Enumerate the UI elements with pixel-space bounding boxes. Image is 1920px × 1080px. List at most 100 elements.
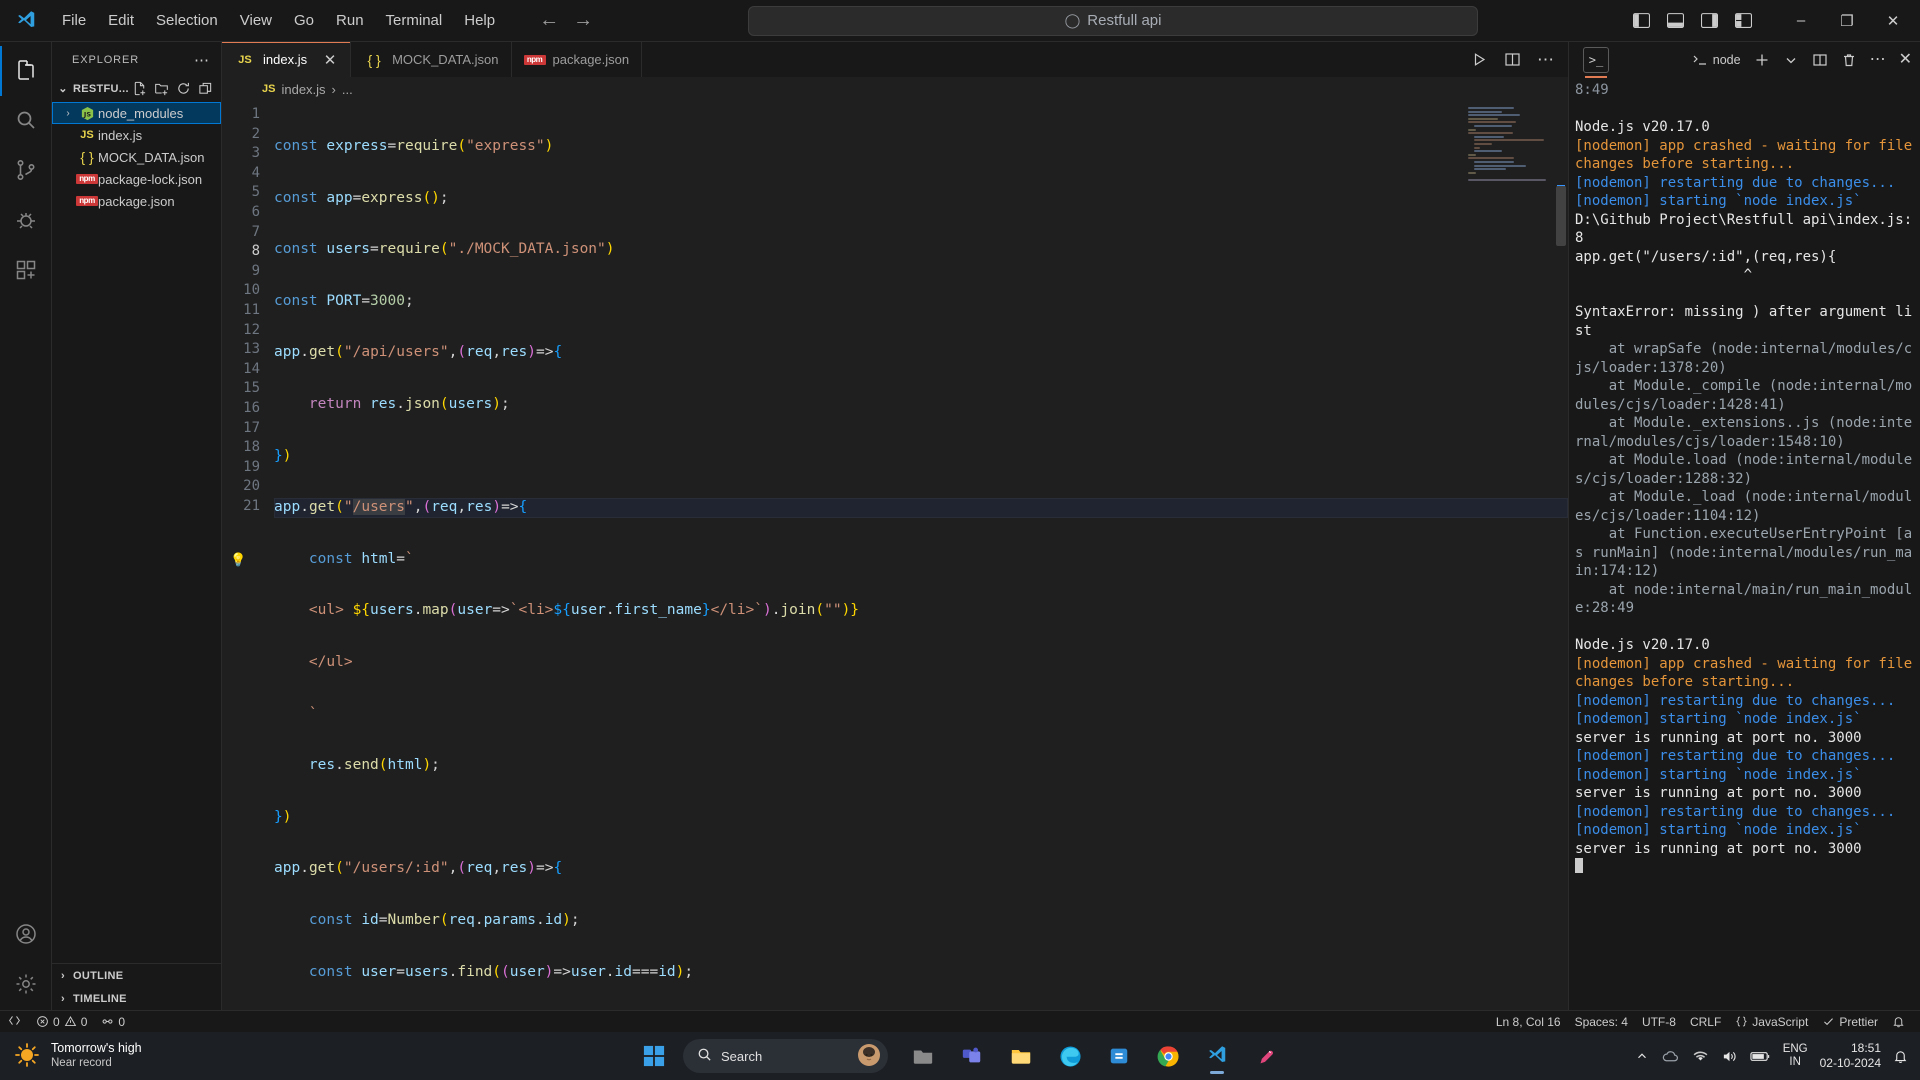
activity-bar-item-source-control[interactable] — [0, 146, 52, 196]
file-explorer-taskbar[interactable] — [903, 1036, 943, 1076]
toggle-primary-sidebar-icon[interactable] — [1633, 13, 1650, 28]
taskbar-weather-widget[interactable]: Tomorrow's high Near record — [0, 1041, 300, 1071]
status-formatter[interactable]: Prettier — [1815, 1011, 1885, 1033]
edge-taskbar[interactable] — [1050, 1036, 1090, 1076]
timeline-section-header[interactable]: › TIMELINE — [52, 987, 221, 1010]
status-cursor-position[interactable]: Ln 8, Col 16 — [1489, 1011, 1568, 1033]
file-tree-item-node_modules[interactable]: › JS node_modules — [52, 102, 221, 124]
json-icon: { } — [80, 149, 94, 165]
trash-icon[interactable] — [1841, 52, 1857, 68]
collapse-all-icon[interactable] — [198, 81, 213, 96]
arrow-right-icon[interactable]: → — [573, 9, 593, 32]
file-tree-item-mock-data-json[interactable]: { } MOCK_DATA.json — [52, 146, 221, 168]
command-center-search[interactable]: ◯ Restfull api — [748, 5, 1479, 36]
notification-center-icon[interactable] — [1893, 1049, 1908, 1064]
activity-bar-item-explorer[interactable] — [0, 46, 52, 96]
taskbar-clock[interactable]: 18:51 02-10-2024 — [1820, 1041, 1881, 1071]
tab-index-js[interactable]: JS index.js ✕ — [222, 42, 352, 77]
store-taskbar[interactable] — [1099, 1036, 1139, 1076]
file-tree-item-package-json[interactable]: npm package.json — [52, 190, 221, 212]
breadcrumb-file[interactable]: index.js — [281, 82, 325, 97]
plus-icon[interactable] — [1754, 52, 1770, 68]
svg-text:JS: JS — [82, 110, 90, 118]
tab-close-icon[interactable]: ✕ — [322, 51, 338, 69]
run-icon[interactable] — [1471, 51, 1488, 68]
menu-run[interactable]: Run — [326, 7, 374, 35]
activity-bar-item-settings[interactable] — [0, 960, 52, 1010]
code-content[interactable]: const express=require("express") const a… — [230, 101, 1568, 1010]
terminal-more-actions-icon[interactable]: ⋯ — [1870, 51, 1886, 68]
bell-icon — [1892, 1015, 1905, 1028]
file-tree-item-index-js[interactable]: JS index.js — [52, 124, 221, 146]
menu-file[interactable]: File — [52, 7, 96, 35]
tray-chevron-up-icon[interactable] — [1635, 1049, 1649, 1063]
new-file-icon[interactable] — [132, 81, 147, 96]
status-language-mode[interactable]: JavaScript — [1728, 1011, 1815, 1033]
terminal-close-icon[interactable]: ✕ — [1899, 51, 1912, 68]
terminal-line: app.get("/users/:id",(req,res){ — [1575, 248, 1837, 265]
cloud-icon[interactable] — [1661, 1049, 1680, 1064]
refresh-icon[interactable] — [176, 81, 191, 96]
paint-taskbar[interactable] — [1246, 1036, 1286, 1076]
terminal-output[interactable]: 8:49 Node.js v20.17.0 [nodemon] app cras… — [1569, 77, 1920, 1010]
window-minimize-button[interactable]: – — [1778, 0, 1824, 42]
activity-bar-item-run-and-debug[interactable] — [0, 196, 52, 246]
status-eol[interactable]: CRLF — [1683, 1011, 1728, 1033]
scrollbar-thumb[interactable] — [1556, 186, 1566, 246]
status-problems[interactable]: 0 0 — [29, 1011, 94, 1033]
chevron-down-icon[interactable] — [1783, 52, 1799, 68]
taskbar-language-indicator[interactable]: ENG IN — [1783, 1043, 1808, 1069]
copilot-avatar-icon[interactable] — [857, 1043, 881, 1070]
arrow-left-icon[interactable]: ← — [539, 9, 559, 32]
file-tree: › JS node_modules JS index.js { } MOCK_D… — [52, 100, 221, 963]
editor-more-actions-icon[interactable]: ⋯ — [1537, 51, 1554, 68]
editor-scrollbar[interactable] — [1554, 101, 1568, 1010]
file-tree-item-package-lock-json[interactable]: npm package-lock.json — [52, 168, 221, 190]
customize-layout-icon[interactable] — [1735, 13, 1752, 28]
new-folder-icon[interactable] — [154, 81, 169, 96]
chevron-run-icon — [1692, 52, 1708, 68]
outline-section-header[interactable]: › OUTLINE — [52, 964, 221, 987]
breadcrumb-rest[interactable]: ... — [342, 82, 353, 97]
explorer-more-actions-icon[interactable]: ⋯ — [190, 51, 213, 69]
activity-bar-item-extensions[interactable] — [0, 246, 52, 296]
line-number: 19 — [243, 458, 260, 475]
tab-mock-data-json[interactable]: { } MOCK_DATA.json — [351, 42, 512, 77]
wifi-icon[interactable] — [1692, 1049, 1709, 1063]
project-folder-header[interactable]: ⌄ RESTFU... — [52, 77, 221, 100]
status-ports[interactable]: 0 — [94, 1011, 132, 1033]
volume-icon[interactable] — [1721, 1049, 1738, 1064]
line-number: 1 — [251, 106, 260, 122]
windows-start-icon[interactable] — [634, 1036, 674, 1076]
toggle-secondary-sidebar-icon[interactable] — [1701, 13, 1718, 28]
status-indentation[interactable]: Spaces: 4 — [1568, 1011, 1635, 1033]
vscode-taskbar[interactable] — [1197, 1036, 1237, 1076]
status-encoding[interactable]: UTF-8 — [1635, 1011, 1683, 1033]
menu-view[interactable]: View — [230, 7, 282, 35]
status-notifications[interactable] — [1885, 1011, 1912, 1033]
window-maximize-button[interactable]: ❐ — [1824, 0, 1870, 42]
menu-edit[interactable]: Edit — [98, 7, 144, 35]
menu-help[interactable]: Help — [454, 7, 505, 35]
menu-go[interactable]: Go — [284, 7, 324, 35]
taskbar-search-box[interactable]: Search — [683, 1039, 888, 1073]
menu-terminal[interactable]: Terminal — [376, 7, 453, 35]
terminal-icon[interactable]: >_ — [1583, 46, 1609, 78]
remote-window-button[interactable] — [0, 1010, 29, 1033]
battery-icon[interactable] — [1750, 1049, 1771, 1063]
menu-selection[interactable]: Selection — [146, 7, 228, 35]
activity-bar-item-accounts[interactable] — [0, 910, 52, 960]
window-close-button[interactable]: ✕ — [1870, 0, 1916, 42]
activity-bar-item-search[interactable] — [0, 96, 52, 146]
explorer-taskbar[interactable] — [1001, 1036, 1041, 1076]
teams-taskbar[interactable] — [952, 1036, 992, 1076]
terminal-shell-selector[interactable]: node — [1692, 52, 1741, 68]
tab-package-json[interactable]: npm package.json — [511, 42, 643, 77]
chrome-taskbar[interactable] — [1148, 1036, 1188, 1076]
outline-label: OUTLINE — [73, 969, 124, 982]
lightbulb-icon[interactable]: 💡 — [230, 551, 246, 571]
code-editor[interactable]: 12 34 56 78 9 10 11 12 13 14 15 16 17 18 19 20… — [222, 101, 1568, 1010]
split-editor-icon[interactable] — [1504, 51, 1521, 68]
toggle-panel-icon[interactable] — [1667, 13, 1684, 28]
split-panel-icon[interactable] — [1812, 52, 1828, 68]
